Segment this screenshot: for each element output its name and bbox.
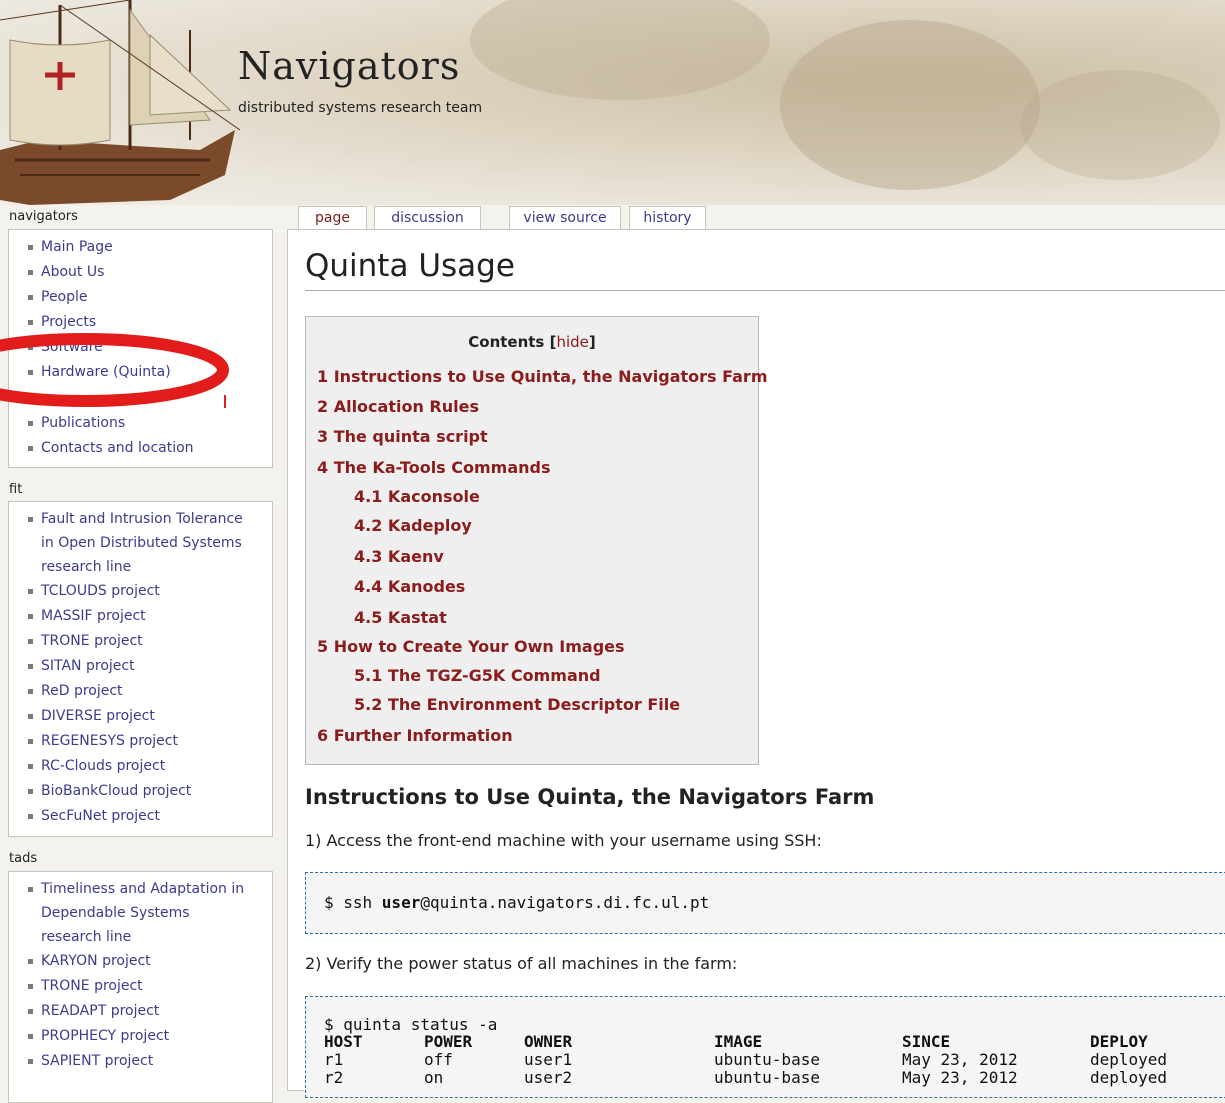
portlet-fit: Fault and Intrusion Tolerance in Open Di… [8, 501, 273, 837]
table-cell: ubuntu-base [714, 1068, 820, 1087]
sidebar-item-sapient[interactable]: SAPIENT project [9, 1049, 272, 1074]
sidebar-item-main-page[interactable]: Main Page [9, 235, 272, 260]
toc-entry-4-4[interactable]: 4.4 Kanodes [354, 577, 465, 596]
map-decoration [470, 0, 770, 100]
page-title: Quinta Usage [305, 248, 515, 284]
sidebar-item-readapt[interactable]: READAPT project [9, 999, 272, 1024]
sidebar-item-rc-clouds[interactable]: RC-Clouds project [9, 754, 272, 779]
sidebar-item-about-us[interactable]: About Us [9, 260, 272, 285]
portlet-title-fit: fit [9, 482, 23, 497]
table-cell: user1 [524, 1050, 573, 1069]
toc-entry-1[interactable]: 1 Instructions to Use Quinta, the Naviga… [317, 367, 768, 386]
title-divider [305, 290, 1225, 291]
sidebar-item-people[interactable]: People [9, 285, 272, 310]
red-annotation-mark [224, 395, 226, 408]
table-cell: on [424, 1068, 444, 1087]
toc-entry-3[interactable]: 3 The quinta script [317, 427, 488, 446]
table-cell: user2 [524, 1068, 573, 1087]
toc-entry-5-1[interactable]: 5.1 The TGZ-G5K Command [354, 666, 601, 685]
portlet-title-tads: tads [9, 851, 38, 866]
sidebar-item-fit-research-line[interactable]: Fault and Intrusion Tolerance in Open Di… [9, 507, 251, 579]
status-code-block: $ quinta status -a HOST POWER OWNER IMAG… [305, 996, 1225, 1098]
status-header-image: IMAGE [714, 1032, 763, 1051]
sidebar-item-publications[interactable]: Publications [9, 411, 272, 436]
map-decoration [1020, 70, 1220, 180]
toc-entry-4[interactable]: 4 The Ka-Tools Commands [317, 458, 551, 477]
sidebar-item-tclouds[interactable]: TCLOUDS project [9, 579, 272, 604]
toc-entry-5[interactable]: 5 How to Create Your Own Images [317, 637, 625, 656]
sidebar-item-diverse[interactable]: DIVERSE project [9, 704, 272, 729]
table-cell: deployed [1090, 1050, 1168, 1069]
map-decoration [780, 20, 1040, 190]
portlet-title-navigators: navigators [9, 209, 78, 224]
sidebar-item-biobankcloud[interactable]: BioBankCloud project [9, 779, 272, 804]
sidebar-item-regenesys[interactable]: REGENESYS project [9, 729, 272, 754]
table-cell: r1 [324, 1050, 344, 1069]
ssh-command: $ ssh user@quinta.navigators.di.fc.ul.pt [324, 893, 710, 912]
table-cell: May 23, 2012 [902, 1068, 1018, 1087]
toc-entry-5-2[interactable]: 5.2 The Environment Descriptor File [354, 695, 680, 714]
toc-entry-4-3[interactable]: 4.3 Kaenv [354, 547, 444, 566]
table-cell: ubuntu-base [714, 1050, 820, 1069]
toc-entry-4-2[interactable]: 4.2 Kadeploy [354, 516, 472, 535]
sidebar-item-prophecy[interactable]: PROPHECY project [9, 1024, 272, 1049]
table-cell: May 23, 2012 [902, 1050, 1018, 1069]
toc-entry-4-5[interactable]: 4.5 Kastat [354, 608, 447, 627]
red-annotation-ellipse [0, 333, 229, 407]
tab-history[interactable]: history [629, 206, 706, 229]
sidebar-item-tads-research-line[interactable]: Timeliness and Adaptation in Dependable … [9, 877, 251, 949]
table-cell: deployed [1090, 1068, 1168, 1087]
toc-entry-4-1[interactable]: 4.1 Kaconsole [354, 487, 480, 506]
toc-title: Contents [hide] [468, 333, 596, 351]
ship-logo-image[interactable] [0, 0, 240, 205]
site-title[interactable]: Navigators [238, 44, 460, 88]
site-header: Navigators distributed systems research … [0, 0, 1225, 205]
toc-title-label: Contents [468, 333, 545, 351]
status-header-power: POWER [424, 1032, 473, 1051]
toc-entry-2[interactable]: 2 Allocation Rules [317, 397, 479, 416]
step-1-text: 1) Access the front-end machine with you… [305, 831, 822, 850]
toc-entry-6[interactable]: 6 Further Information [317, 726, 513, 745]
sidebar-item-trone[interactable]: TRONE project [9, 629, 272, 654]
sidebar-item-contacts[interactable]: Contacts and location [9, 436, 272, 461]
section-heading: Instructions to Use Quinta, the Navigato… [305, 785, 875, 809]
step-2-text: 2) Verify the power status of all machin… [305, 954, 738, 973]
table-cell: r2 [324, 1068, 344, 1087]
status-header-host: HOST [324, 1032, 363, 1051]
toc-hide-link[interactable]: hide [556, 333, 588, 351]
status-header-owner: OWNER [524, 1032, 573, 1051]
sidebar-item-massif[interactable]: MASSIF project [9, 604, 272, 629]
tab-discussion[interactable]: discussion [374, 206, 481, 229]
sidebar-item-trone-2[interactable]: TRONE project [9, 974, 272, 999]
table-of-contents: Contents [hide] 1 Instructions to Use Qu… [305, 316, 768, 765]
table-cell: off [424, 1050, 453, 1069]
status-header-since: SINCE [902, 1032, 951, 1051]
site-subtitle: distributed systems research team [238, 100, 483, 116]
status-header-deploy: DEPLOY [1090, 1032, 1148, 1051]
ssh-code-block: $ ssh user@quinta.navigators.di.fc.ul.pt [305, 872, 1225, 934]
sidebar-item-sitan[interactable]: SITAN project [9, 654, 272, 679]
tab-page[interactable]: page [298, 206, 367, 230]
sidebar-item-karyon[interactable]: KARYON project [9, 949, 272, 974]
portlet-tads: Timeliness and Adaptation in Dependable … [8, 871, 273, 1103]
sidebar-item-secfunet[interactable]: SecFuNet project [9, 804, 272, 829]
tab-view-source[interactable]: view source [509, 206, 621, 229]
sidebar-item-red[interactable]: ReD project [9, 679, 272, 704]
